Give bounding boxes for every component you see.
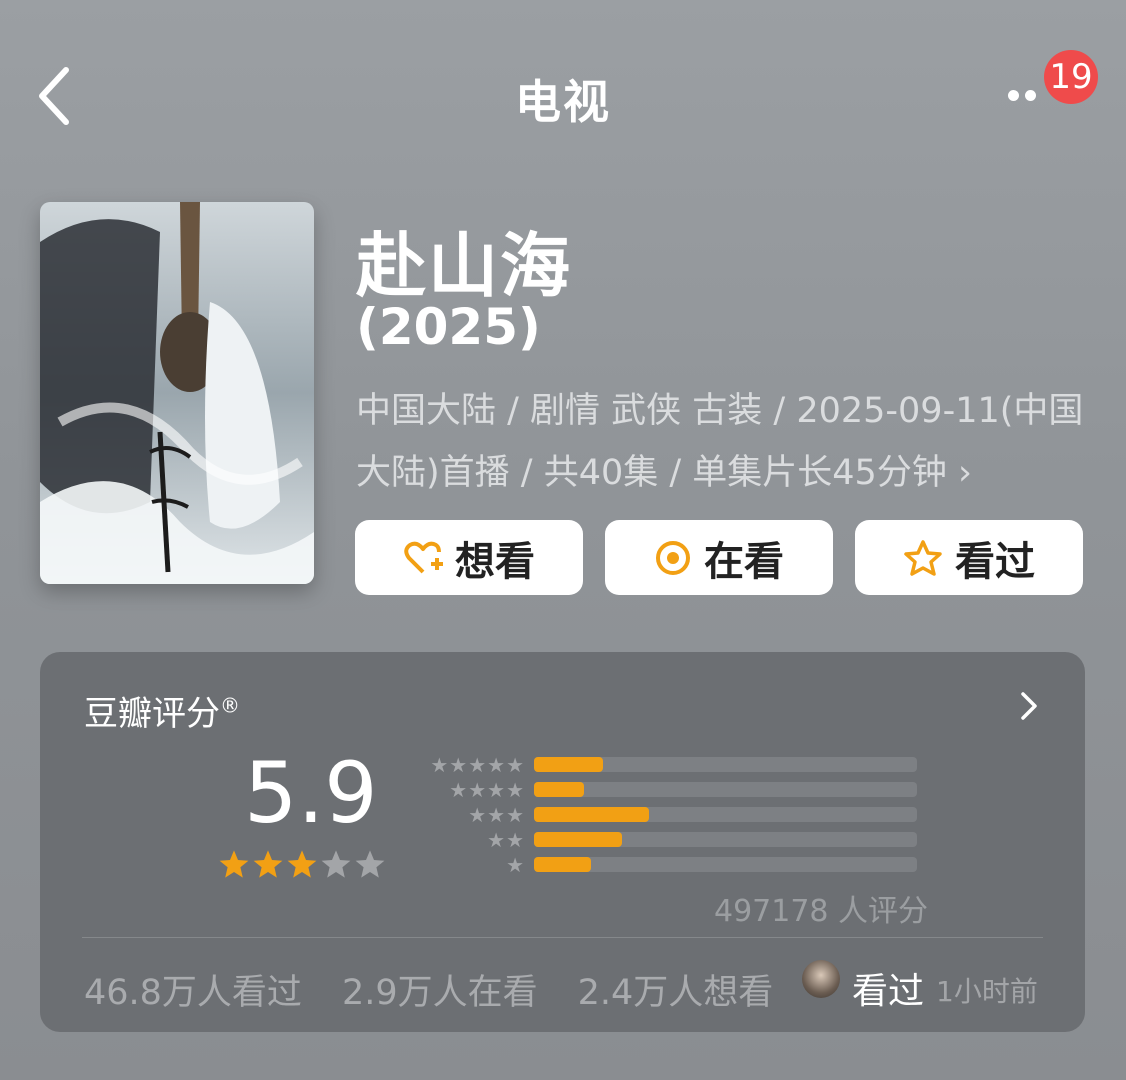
distribution-row: ★ ★ ★ ★ ★ bbox=[414, 752, 917, 777]
want-button[interactable]: 想看 bbox=[355, 520, 583, 595]
small-star-icon: ★ bbox=[506, 802, 524, 827]
distribution-bar bbox=[534, 782, 917, 797]
distribution-bar-fill bbox=[534, 832, 623, 847]
show-title: 赴山海 bbox=[356, 225, 572, 307]
small-star-icon: ★ bbox=[487, 802, 506, 827]
watched-label: 看过 bbox=[955, 538, 1035, 585]
distribution-bar bbox=[534, 832, 917, 847]
distribution-bar bbox=[534, 757, 917, 772]
row-stars: ★ bbox=[414, 855, 524, 875]
star-filled-icon bbox=[287, 850, 317, 878]
poster-image[interactable] bbox=[40, 202, 314, 584]
row-stars: ★ ★ bbox=[414, 830, 524, 850]
rating-card[interactable]: 豆瓣评分® 5.9 ★ ★ ★ ★ ★ ★ ★ ★ ★ ★ ★ ★ ★ ★ ★ 497178 人评分 46.… bbox=[40, 652, 1085, 1032]
small-star-icon: ★ bbox=[449, 752, 468, 777]
small-star-icon: ★ bbox=[506, 752, 524, 777]
friend-avatar[interactable] bbox=[802, 960, 840, 998]
distribution-row: ★ ★ ★ ★ bbox=[414, 777, 917, 802]
small-star-icon: ★ bbox=[506, 827, 524, 852]
small-star-icon: ★ bbox=[506, 777, 524, 802]
star-icon bbox=[904, 539, 942, 576]
stats-row: 46.8万人看过 2.9万人在看 2.4万人想看 bbox=[84, 964, 813, 1015]
notification-badge: 19 bbox=[1044, 50, 1098, 104]
watching-circle-icon bbox=[656, 540, 690, 575]
row-stars: ★ ★ ★ ★ ★ bbox=[414, 755, 524, 775]
rating-distribution: ★ ★ ★ ★ ★ ★ ★ ★ ★ ★ ★ ★ ★ ★ ★ bbox=[414, 752, 917, 877]
distribution-bar-fill bbox=[534, 757, 603, 772]
more-dots-icon[interactable] bbox=[1008, 86, 1042, 105]
row-stars: ★ ★ ★ bbox=[414, 805, 524, 825]
chevron-right-icon[interactable] bbox=[1019, 690, 1039, 722]
show-meta[interactable]: 中国大陆 / 剧情 武侠 古装 / 2025-09-11(中国大陆)首播 / 共… bbox=[356, 380, 1086, 504]
divider bbox=[82, 937, 1043, 938]
small-star-icon: ★ bbox=[449, 777, 468, 802]
distribution-bar-fill bbox=[534, 782, 584, 797]
top-bar: 电视 19 bbox=[0, 0, 1126, 190]
stat-want[interactable]: 2.4万人想看 bbox=[578, 973, 774, 1013]
stat-watched[interactable]: 46.8万人看过 bbox=[84, 973, 302, 1013]
recent-status: 看过 bbox=[852, 971, 925, 1012]
rating-card-title: 豆瓣评分® bbox=[84, 693, 240, 734]
distribution-bar-fill bbox=[534, 807, 649, 822]
rating-score: 5.9 bbox=[244, 744, 378, 842]
small-star-icon: ★ bbox=[468, 777, 487, 802]
small-star-icon: ★ bbox=[468, 752, 487, 777]
heart-plus-icon bbox=[404, 541, 443, 573]
rating-count: 497178 人评分 bbox=[714, 894, 929, 929]
distribution-bar-fill bbox=[534, 857, 592, 872]
row-stars: ★ ★ ★ ★ bbox=[414, 780, 524, 800]
distribution-bar bbox=[534, 807, 917, 822]
distribution-row: ★ ★ ★ bbox=[414, 802, 917, 827]
want-label: 想看 bbox=[455, 538, 535, 585]
distribution-row: ★ ★ bbox=[414, 827, 917, 852]
small-star-icon: ★ bbox=[468, 802, 487, 827]
star-filled-icon bbox=[253, 850, 283, 878]
watching-label: 在看 bbox=[704, 538, 784, 585]
distribution-row: ★ bbox=[414, 852, 917, 877]
small-star-icon: ★ bbox=[487, 777, 506, 802]
stat-watching[interactable]: 2.9万人在看 bbox=[342, 973, 538, 1013]
distribution-bar bbox=[534, 857, 917, 872]
page-title: 电视 bbox=[515, 75, 611, 129]
watched-button[interactable]: 看过 bbox=[855, 520, 1083, 595]
score-stars bbox=[218, 848, 386, 880]
star-filled-icon bbox=[219, 850, 249, 878]
watching-button[interactable]: 在看 bbox=[605, 520, 833, 595]
recent-time: 1小时前 bbox=[936, 975, 1038, 1008]
small-star-icon: ★ bbox=[487, 752, 506, 777]
small-star-icon: ★ bbox=[506, 852, 524, 877]
action-buttons: 想看 在看 看过 bbox=[355, 520, 1083, 595]
star-empty-icon bbox=[355, 850, 385, 878]
show-year: (2025) bbox=[356, 298, 541, 356]
small-star-icon: ★ bbox=[487, 827, 506, 852]
small-star-icon: ★ bbox=[430, 752, 449, 777]
star-empty-icon bbox=[321, 850, 351, 878]
